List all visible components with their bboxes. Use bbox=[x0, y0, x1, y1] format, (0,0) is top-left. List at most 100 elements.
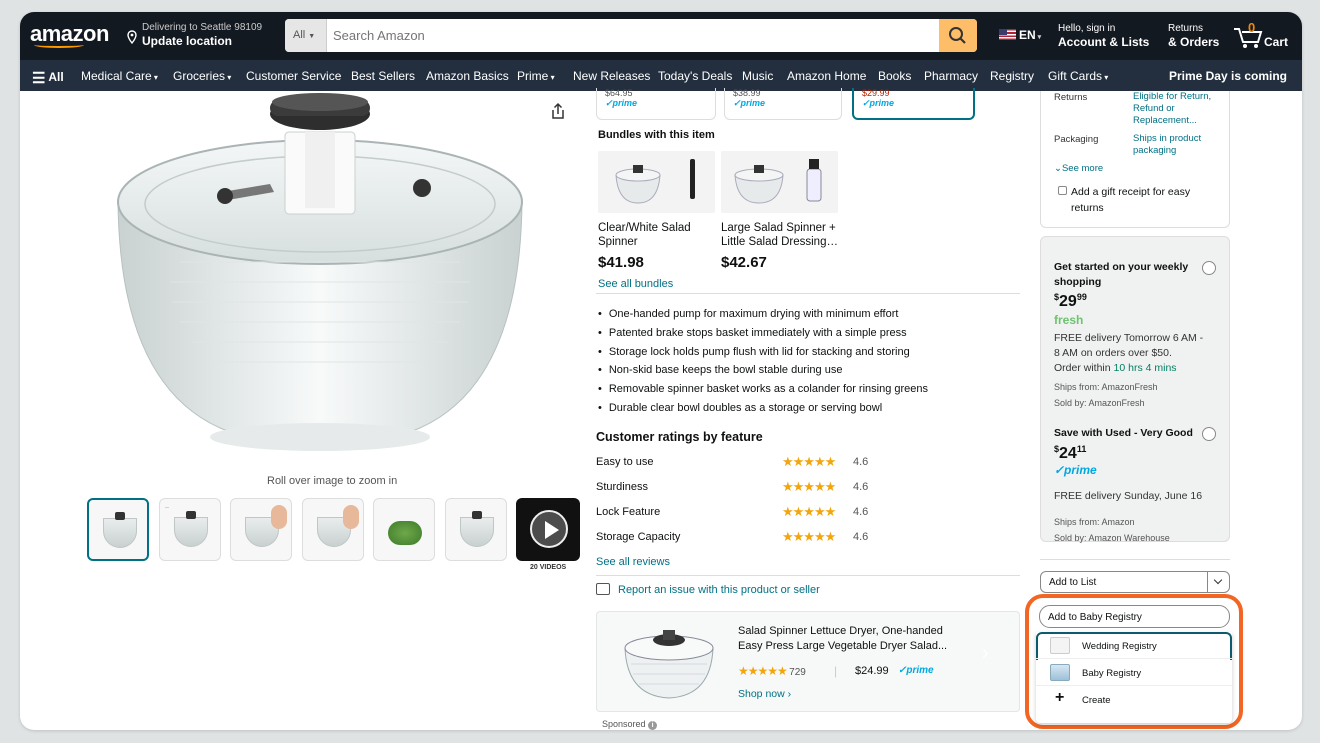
bundle-image-1[interactable] bbox=[598, 151, 715, 213]
price-whole: 24 bbox=[1059, 445, 1077, 462]
nav-item-label: Gift Cards bbox=[1048, 69, 1103, 83]
cart-button[interactable]: 0 Cart bbox=[1232, 20, 1292, 52]
thumbnail-4[interactable] bbox=[302, 498, 364, 561]
search-input[interactable] bbox=[327, 19, 939, 52]
search-category-select[interactable]: All ▼ bbox=[285, 19, 327, 52]
nav-item-todays-deals[interactable]: Today's Deals bbox=[658, 69, 732, 83]
bundle-price-1: $41.98 bbox=[598, 254, 644, 271]
nav-item-gift-cards[interactable]: Gift Cards ▾ bbox=[1048, 69, 1108, 83]
add-to-baby-registry-button[interactable]: Add to Baby Registry bbox=[1039, 605, 1230, 628]
nav-item-customer-service[interactable]: Customer Service bbox=[246, 69, 341, 83]
see-more-link[interactable]: ⌄See more bbox=[1054, 163, 1103, 174]
nav-item-registry[interactable]: Registry bbox=[990, 69, 1034, 83]
returns-policy-link[interactable]: Eligible for Return, Refund or Replacement… bbox=[1133, 91, 1223, 127]
divider bbox=[1040, 559, 1230, 560]
nav-item-prime[interactable]: Prime ▾ bbox=[517, 69, 555, 83]
price-fraction: 99 bbox=[1076, 292, 1087, 302]
packaging-link[interactable]: Ships in product packaging bbox=[1133, 133, 1223, 157]
price-option-2[interactable]: $38.99 ✓prime bbox=[724, 88, 842, 120]
search-button[interactable] bbox=[939, 19, 977, 52]
used-seller-info: Ships from: Amazon Sold by: Amazon Wareho… bbox=[1054, 514, 1224, 546]
nav-item-new-releases[interactable]: New Releases bbox=[573, 69, 650, 83]
nav-item-pharmacy[interactable]: Pharmacy bbox=[924, 69, 978, 83]
nav-all-label: All bbox=[48, 70, 64, 84]
price-option-3[interactable]: $29.99 ✓prime bbox=[852, 88, 975, 120]
prime-day-promo[interactable]: Prime Day is coming bbox=[1169, 69, 1287, 83]
rating-feature: Storage Capacity bbox=[596, 531, 681, 543]
nav-item-label: Groceries bbox=[173, 69, 226, 83]
dropdown-item-baby-registry[interactable]: Baby Registry bbox=[1036, 659, 1232, 686]
baby-registry-thumbnail-icon bbox=[1050, 664, 1070, 681]
price-option-price: $29.99 bbox=[862, 88, 890, 98]
registry-dropdown: Wedding Registry Baby Registry + Create bbox=[1036, 632, 1232, 723]
thumbnail-3[interactable] bbox=[230, 498, 292, 561]
nav-item-groceries[interactable]: Groceries ▾ bbox=[173, 69, 231, 83]
nav-item-medical-care[interactable]: Medical Care ▾ bbox=[81, 69, 158, 83]
divider bbox=[596, 575, 1020, 576]
fresh-offer-radio[interactable] bbox=[1202, 261, 1216, 275]
bundle-name-1[interactable]: Clear/White Salad Spinner bbox=[598, 221, 691, 249]
product-image-salad-spinner[interactable] bbox=[110, 92, 530, 462]
location-pin-icon bbox=[127, 30, 137, 44]
account-lists[interactable]: Hello, sign in Account & Lists bbox=[1058, 23, 1149, 49]
dropdown-item-create[interactable]: + Create bbox=[1036, 686, 1232, 713]
language-selector[interactable]: EN ▾ bbox=[999, 28, 1041, 42]
bundle-name-line: Little Salad Dressing… bbox=[721, 236, 838, 248]
share-icon[interactable] bbox=[550, 102, 566, 120]
sponsored-title-line: Easy Press Large Vegetable Dryer Salad..… bbox=[738, 640, 948, 652]
info-icon[interactable]: i bbox=[648, 721, 658, 730]
sponsored-title-line: Salad Spinner Lettuce Dryer, One-handed bbox=[738, 625, 943, 637]
sold-by: Sold by: AmazonFresh bbox=[1054, 398, 1145, 408]
price-option-1[interactable]: $64.95 ✓prime bbox=[596, 88, 716, 120]
nav-item-books[interactable]: Books bbox=[878, 69, 911, 83]
thumb-lid-icon bbox=[186, 511, 196, 519]
report-issue-link[interactable]: Report an issue with this product or sel… bbox=[596, 583, 820, 596]
returns-value-line: Eligible for Return, bbox=[1133, 91, 1212, 102]
dropdown-item-wedding-registry[interactable]: Wedding Registry bbox=[1036, 632, 1232, 659]
thumbnail-6[interactable] bbox=[445, 498, 507, 561]
caret-down-icon: ▾ bbox=[548, 73, 555, 82]
fresh-offer-price: $2999 bbox=[1054, 292, 1087, 311]
rating-value: 4.6 bbox=[853, 531, 869, 543]
sponsored-price: $24.99 bbox=[855, 665, 889, 677]
registry-thumbnail-icon bbox=[1050, 637, 1070, 654]
price-option-price: $64.95 bbox=[605, 88, 633, 98]
price-whole: 29 bbox=[1059, 293, 1077, 310]
sponsored-product-title[interactable]: Salad Spinner Lettuce Dryer, One-handed E… bbox=[738, 624, 978, 654]
see-all-bundles-link[interactable]: See all bundles bbox=[598, 278, 673, 290]
caret-down-icon: ▾ bbox=[1035, 34, 1042, 41]
buybox-details: Returns Eligible for Return, Refund or Rep… bbox=[1040, 91, 1230, 228]
chevron-right-icon[interactable]: › bbox=[982, 642, 989, 665]
thumbnail-1[interactable] bbox=[87, 498, 149, 561]
used-offer-radio[interactable] bbox=[1202, 427, 1216, 441]
thumbnail-5[interactable] bbox=[373, 498, 435, 561]
sponsored-product-image bbox=[624, 630, 714, 699]
nav-all-menu[interactable]: ☰ All bbox=[32, 69, 64, 87]
gift-receipt-checkbox[interactable] bbox=[1058, 186, 1067, 195]
chevron-down-icon: ▼ bbox=[308, 33, 316, 40]
bundle-image-2[interactable] bbox=[721, 151, 838, 213]
returns-orders[interactable]: Returns & Orders bbox=[1168, 23, 1219, 49]
zoom-hint: Roll over image to zoom in bbox=[267, 475, 398, 487]
chevron-down-icon[interactable] bbox=[1207, 572, 1229, 592]
feature-bullet: Storage lock holds pump flush with lid f… bbox=[598, 343, 928, 362]
bundle-name-2[interactable]: Large Salad Spinner + Little Salad Dressi… bbox=[721, 221, 838, 249]
shop-now-link[interactable]: Shop now › bbox=[738, 688, 791, 700]
nav-item-best-sellers[interactable]: Best Sellers bbox=[351, 69, 415, 83]
see-all-reviews-link[interactable]: See all reviews bbox=[596, 556, 670, 568]
add-to-list-button[interactable]: Add to List bbox=[1040, 571, 1230, 593]
sponsored-product-card[interactable]: Salad Spinner Lettuce Dryer, One-handed E… bbox=[596, 611, 1020, 712]
us-flag-icon bbox=[999, 29, 1016, 40]
order-within-time: 10 hrs 4 mins bbox=[1113, 362, 1177, 374]
fresh-seller-info: Ships from: AmazonFresh Sold by: AmazonFr… bbox=[1054, 379, 1224, 411]
nav-item-amazon-basics[interactable]: Amazon Basics bbox=[426, 69, 509, 83]
nav-item-music[interactable]: Music bbox=[742, 69, 773, 83]
chevron-down-icon: ⌄ bbox=[1054, 163, 1062, 174]
video-thumbnail[interactable] bbox=[516, 498, 580, 561]
packaging-value-line: packaging bbox=[1133, 145, 1177, 156]
thumbnail-2[interactable]: — bbox=[159, 498, 221, 561]
gift-receipt-label: Add a gift receipt for easy returns bbox=[1071, 186, 1191, 214]
buying-options-panel: Get started on your weekly shopping $2999… bbox=[1040, 236, 1230, 543]
deliver-line2: Update location bbox=[142, 34, 233, 48]
nav-item-amazon-home[interactable]: Amazon Home bbox=[787, 69, 866, 83]
